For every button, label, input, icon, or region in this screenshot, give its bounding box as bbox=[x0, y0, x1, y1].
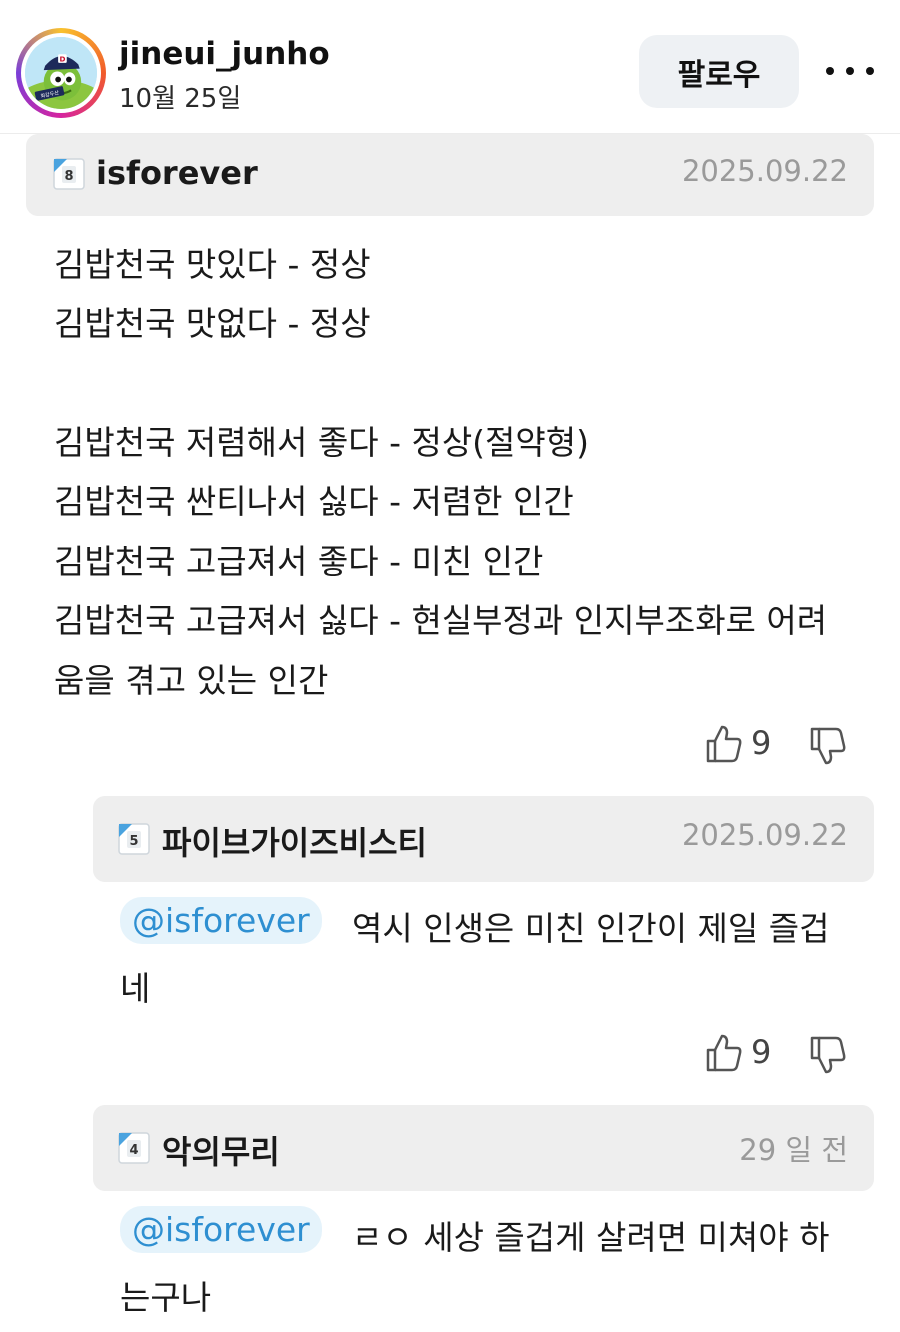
reply-text-line: ㄹㅇ 세상 즐겁게 살려면 미쳐야 하 bbox=[352, 1218, 830, 1257]
reply-header: 4 악의무리 29 일 전 bbox=[93, 1105, 874, 1191]
reply-text-line: 는구나 bbox=[120, 1278, 212, 1317]
comment-text-line: 김밥천국 고급져서 좋다 - 미친 인간 bbox=[54, 542, 544, 581]
thumbs-down-icon[interactable] bbox=[809, 726, 847, 766]
svg-text:5: 5 bbox=[129, 834, 138, 849]
reply-date: 2025.09.22 bbox=[681, 818, 848, 852]
avatar-image: D 최강두산 bbox=[25, 37, 97, 109]
post-header: D 최강두산 jineui_junho 10월 25일 팔로우 bbox=[0, 0, 900, 134]
level-badge-icon: 5 bbox=[118, 823, 150, 855]
post-username[interactable]: jineui_junho bbox=[119, 36, 330, 72]
reply-date: 29 일 전 bbox=[739, 1133, 848, 1167]
avatar[interactable]: D 최강두산 bbox=[16, 28, 106, 118]
svg-text:D: D bbox=[59, 54, 65, 63]
svg-text:4: 4 bbox=[129, 1143, 138, 1158]
comment-text-line: 김밥천국 저렴해서 좋다 - 정상(절약형) bbox=[54, 423, 590, 462]
comment-text-line: 김밥천국 싼티나서 싫다 - 저렴한 인간 bbox=[54, 482, 574, 521]
follow-button[interactable]: 팔로우 bbox=[639, 35, 799, 108]
more-horizontal-icon[interactable] bbox=[826, 56, 874, 86]
mention-tag[interactable]: @isforever bbox=[120, 897, 322, 944]
level-badge-icon: 8 bbox=[53, 158, 85, 190]
comment-author[interactable]: isforever bbox=[96, 154, 258, 192]
comment-votes: 9 bbox=[705, 724, 855, 768]
reply-author[interactable]: 악의무리 bbox=[162, 1127, 280, 1173]
thumbs-up-icon[interactable] bbox=[705, 1033, 743, 1073]
reply-votes: 9 bbox=[705, 1033, 855, 1077]
mention-tag[interactable]: @isforever bbox=[120, 1206, 322, 1253]
like-count: 9 bbox=[751, 724, 772, 762]
comment-text-line: 김밥천국 고급져서 싫다 - 현실부정과 인지부조화로 어려 bbox=[54, 601, 828, 640]
comment-header: 8 isforever 2025.09.22 bbox=[26, 134, 874, 216]
like-count: 9 bbox=[751, 1033, 772, 1071]
post-date: 10월 25일 bbox=[119, 84, 242, 114]
reply-author[interactable]: 파이브가이즈비스티 bbox=[162, 818, 427, 864]
comment-text-line: 김밥천국 맛있다 - 정상 bbox=[54, 245, 371, 284]
thumbs-down-icon[interactable] bbox=[809, 1035, 847, 1075]
reply-text-line: 역시 인생은 미친 인간이 제일 즐겁 bbox=[352, 909, 830, 948]
comment-text-line: 김밥천국 맛없다 - 정상 bbox=[54, 304, 371, 343]
comment-text-line: 움을 겪고 있는 인간 bbox=[54, 661, 329, 700]
thumbs-up-icon[interactable] bbox=[705, 724, 743, 764]
level-badge-icon: 4 bbox=[118, 1132, 150, 1164]
reply-header: 5 파이브가이즈비스티 2025.09.22 bbox=[93, 796, 874, 882]
svg-text:8: 8 bbox=[64, 169, 73, 184]
reply-text-line: 네 bbox=[120, 969, 151, 1008]
page: D 최강두산 jineui_junho 10월 25일 팔로우 8 isfore… bbox=[0, 0, 900, 1332]
comment-date: 2025.09.22 bbox=[681, 154, 848, 188]
